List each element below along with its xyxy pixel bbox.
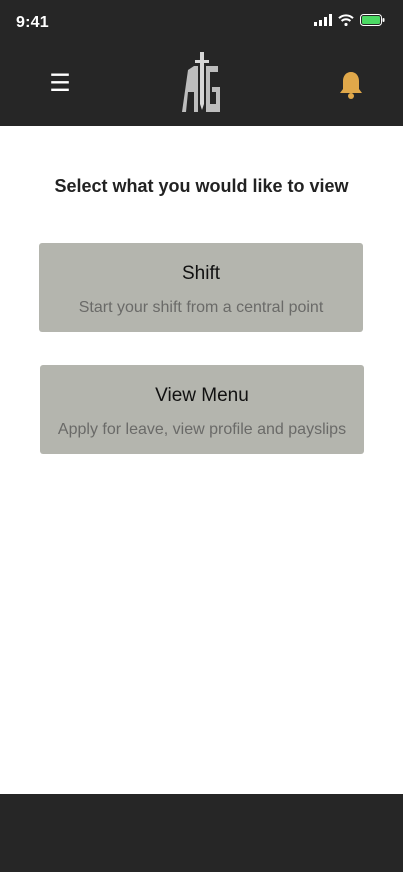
shift-card-title: Shift xyxy=(181,263,221,284)
shift-card-button[interactable]: Shift Start your shift from a central po… xyxy=(39,243,363,332)
shift-card-subtitle: Start your shift from a central point xyxy=(78,299,324,316)
app-header: ☰ xyxy=(0,44,403,126)
status-bar: 9:41 xyxy=(0,0,403,44)
menu-button[interactable]: ☰ xyxy=(44,66,76,102)
footer-bar xyxy=(0,794,403,872)
bell-icon xyxy=(340,72,362,99)
notifications-button[interactable] xyxy=(338,70,364,100)
view-menu-card-title: View Menu xyxy=(155,385,249,406)
page-title: Select what you would like to view xyxy=(54,176,349,196)
status-time: 9:41 xyxy=(16,14,49,31)
status-icons xyxy=(314,14,385,26)
view-menu-card-button[interactable]: View Menu Apply for leave, view profile … xyxy=(40,365,364,454)
signal-icon xyxy=(314,14,332,26)
battery-icon xyxy=(360,14,385,26)
wifi-icon xyxy=(338,14,354,26)
aig-logo xyxy=(182,52,220,112)
hamburger-icon: ☰ xyxy=(49,70,71,97)
view-menu-card-subtitle: Apply for leave, view profile and paysli… xyxy=(57,421,347,438)
